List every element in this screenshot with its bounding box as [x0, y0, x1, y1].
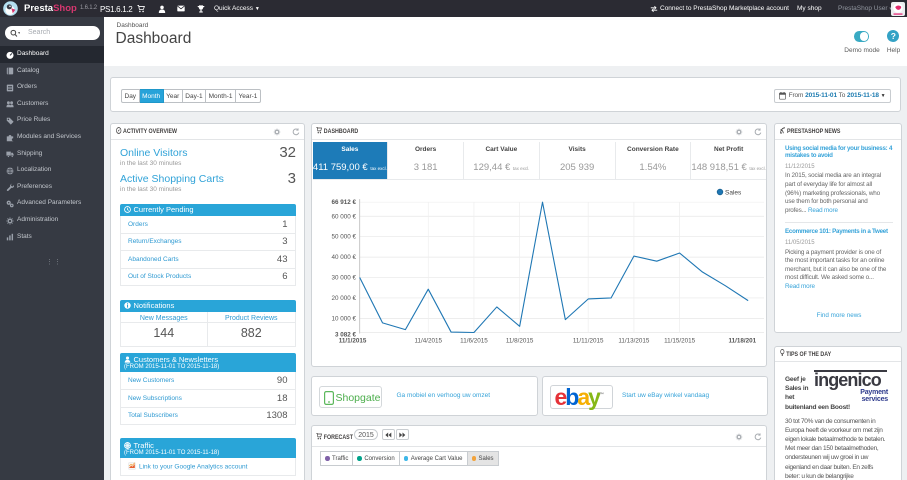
- svg-text:11/15/2015: 11/15/2015: [664, 338, 696, 345]
- svg-text:11/4/2015: 11/4/2015: [414, 338, 442, 345]
- svg-text:60 000 €: 60 000 €: [331, 213, 356, 220]
- svg-text:11/18/201: 11/18/201: [728, 338, 756, 345]
- svg-text:11/11/2015: 11/11/2015: [572, 338, 603, 345]
- svg-text:11/6/2015: 11/6/2015: [460, 338, 488, 345]
- svg-text:Sales: Sales: [725, 190, 742, 197]
- svg-text:10 000 €: 10 000 €: [331, 315, 356, 322]
- svg-text:11/8/2015: 11/8/2015: [505, 338, 533, 345]
- svg-text:40 000 €: 40 000 €: [331, 254, 356, 261]
- svg-text:11/1/2015: 11/1/2015: [338, 338, 366, 345]
- svg-text:20 000 €: 20 000 €: [331, 295, 356, 302]
- svg-text:66 912 €: 66 912 €: [331, 199, 356, 206]
- svg-text:11/13/2015: 11/13/2015: [618, 338, 650, 345]
- svg-text:50 000 €: 50 000 €: [331, 234, 356, 241]
- svg-text:30 000 €: 30 000 €: [331, 275, 356, 282]
